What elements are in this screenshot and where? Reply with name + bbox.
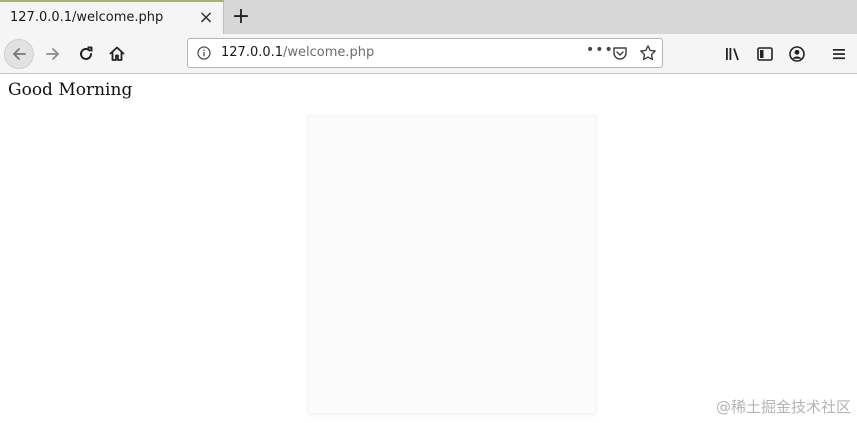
page-greeting: Good Morning	[8, 80, 133, 100]
image-placeholder	[309, 117, 595, 413]
info-icon[interactable]	[197, 46, 211, 60]
reload-icon	[80, 46, 93, 60]
url-text[interactable]: 127.0.0.1/welcome.php	[221, 45, 374, 60]
arrow-right-icon	[46, 48, 59, 60]
watermark-text: @稀土掘金技术社区	[715, 398, 851, 416]
library-button[interactable]	[723, 44, 743, 64]
close-icon[interactable]: ×	[196, 8, 216, 28]
plus-icon[interactable]: +	[228, 4, 254, 30]
menu-button[interactable]	[829, 44, 849, 64]
url-path: /welcome.php	[283, 45, 375, 60]
reload-button[interactable]	[71, 39, 101, 69]
tab-title: 127.0.0.1/welcome.php	[10, 10, 164, 25]
back-button[interactable]	[4, 39, 34, 69]
address-bar[interactable]: 127.0.0.1/welcome.php •••	[187, 38, 663, 68]
star-icon[interactable]	[639, 44, 657, 62]
hamburger-menu-icon	[833, 49, 845, 60]
home-icon	[109, 46, 125, 61]
sidebar-icon	[757, 47, 773, 61]
home-button[interactable]	[102, 39, 132, 69]
url-host: 127.0.0.1	[221, 45, 284, 60]
forward-button[interactable]	[38, 39, 68, 69]
account-icon	[789, 46, 805, 62]
account-button[interactable]	[787, 44, 807, 64]
navigation-toolbar: 127.0.0.1/welcome.php •••	[0, 34, 857, 74]
sidebar-button[interactable]	[755, 44, 775, 64]
tab-welcome[interactable]: 127.0.0.1/welcome.php ×	[0, 0, 224, 34]
arrow-left-icon	[13, 48, 26, 60]
pocket-icon[interactable]	[612, 45, 628, 61]
page-actions-button[interactable]: •••	[586, 42, 614, 58]
tab-strip: 127.0.0.1/welcome.php × +	[0, 0, 857, 34]
library-icon	[726, 48, 739, 61]
